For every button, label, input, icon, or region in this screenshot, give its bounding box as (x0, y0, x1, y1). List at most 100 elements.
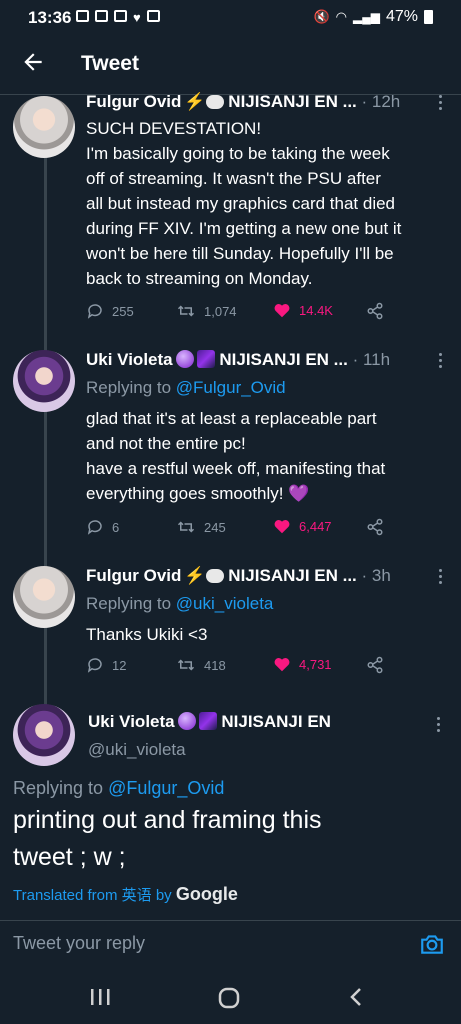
reply-icon (87, 658, 102, 673)
replying-to: Replying to @Fulgur_Ovid (13, 778, 225, 798)
reply-button[interactable]: 255 (86, 302, 134, 320)
recent-apps-icon[interactable] (88, 986, 112, 1008)
avatar[interactable] (13, 96, 75, 158)
heart-notification-icon: ♥ (133, 10, 141, 25)
tweet-header: Fulgur Ovid ⚡ NIJISANJI EN ... · 3h (86, 566, 445, 592)
timestamp: · 3h (361, 566, 391, 585)
crystal-ball-emoji-icon (177, 712, 196, 730)
top-bar: Tweet (0, 34, 461, 95)
tweet-header: Uki Violeta NIJISANJI EN ... · 11h (86, 350, 445, 376)
display-name[interactable]: Fulgur Ovid (86, 566, 181, 585)
avatar[interactable] (13, 704, 75, 766)
mention-link[interactable]: @uki_violeta (176, 594, 274, 613)
heart-icon (274, 520, 290, 534)
share-icon (367, 656, 383, 674)
like-button[interactable]: 14.4K (273, 302, 333, 318)
avatar[interactable] (13, 350, 75, 412)
heart-icon (274, 658, 290, 672)
battery-percent: 47% (385, 8, 418, 25)
like-count: 4,731 (299, 656, 332, 672)
status-time: 13:36 (28, 8, 72, 27)
tweet-text: Thanks Ukiki <3 (86, 625, 208, 644)
mention-link[interactable]: @Fulgur_Ovid (176, 378, 286, 397)
heart-icon (274, 304, 290, 318)
retweet-notification-icon (95, 10, 108, 22)
camera-icon[interactable] (419, 931, 445, 957)
org-name: NIJISANJI EN ... (219, 350, 348, 369)
replying-to: Replying to @uki_violeta (86, 594, 274, 613)
org-name: NIJISANJI EN ... (228, 92, 357, 111)
retweet-icon (177, 305, 195, 317)
reply-button[interactable]: 6 (86, 518, 119, 536)
user-handle[interactable]: @uki_violeta (88, 740, 186, 760)
share-icon (367, 518, 383, 536)
avatar[interactable] (13, 566, 75, 628)
tweet-actions: 6 245 6,447 (86, 518, 386, 542)
replying-to: Replying to @Fulgur_Ovid (86, 378, 286, 397)
status-bar: 13:36 ♥ 🔇 ◠ ▂▄▆ 47% (0, 0, 461, 34)
wifi-icon: ◠ (335, 9, 347, 24)
retweet-count: 1,074 (204, 303, 237, 319)
home-icon[interactable] (217, 986, 241, 1010)
tweet-header: Fulgur Ovid ⚡ NIJISANJI EN ... · 12h (86, 92, 445, 118)
tweet-actions: 12 418 4,731 (86, 656, 386, 680)
battery-icon (424, 10, 433, 24)
tweet-actions: 255 1,074 14.4K (86, 302, 386, 326)
share-button[interactable] (366, 656, 384, 674)
page-title: Tweet (81, 52, 139, 75)
system-status: 🔇 ◠ ▂▄▆ 47% (313, 8, 433, 26)
like-count: 6,447 (299, 518, 332, 534)
translation-credit[interactable]: Translated from 英语 by Google (13, 884, 238, 905)
mention-link[interactable]: @Fulgur_Ovid (108, 778, 224, 798)
back-arrow-icon[interactable] (20, 49, 46, 75)
retweet-icon (177, 659, 195, 671)
retweet-count: 245 (204, 519, 226, 535)
tweet-text: printing out and framing this tweet ; w … (13, 806, 322, 871)
translate-notification-icon (146, 10, 160, 22)
display-name[interactable]: Fulgur Ovid (86, 92, 181, 111)
galaxy-emoji-icon (198, 712, 217, 730)
tweet-text: SUCH DEVESTATION! I'm basically going to… (86, 119, 402, 288)
sheep-emoji-icon (205, 569, 224, 583)
reply-input[interactable]: Tweet your reply (13, 933, 145, 954)
reply-count: 255 (112, 303, 134, 319)
share-button[interactable] (366, 518, 384, 536)
like-button[interactable]: 4,731 (273, 656, 332, 672)
back-nav-icon[interactable] (346, 986, 366, 1008)
like-count: 14.4K (299, 302, 333, 318)
display-name[interactable]: Uki Violeta (86, 350, 173, 369)
signal-icon: ▂▄▆ (353, 10, 380, 24)
reply-icon (87, 304, 102, 319)
retweet-button[interactable]: 1,074 (176, 302, 237, 320)
reply-count: 12 (112, 657, 127, 673)
display-name[interactable]: Uki Violeta (88, 712, 175, 731)
more-options-icon[interactable] (439, 350, 445, 371)
android-nav-bar (0, 972, 461, 1024)
reply-button[interactable]: 12 (86, 656, 126, 674)
retweet-button[interactable]: 245 (176, 518, 226, 536)
reply-bar: Tweet your reply (0, 920, 461, 971)
lightning-emoji-icon: ⚡ (184, 566, 206, 585)
app-notification-icon (114, 10, 127, 22)
mute-icon: 🔇 (313, 9, 330, 24)
timestamp: · 12h (361, 92, 401, 111)
sheep-emoji-icon (205, 95, 224, 109)
reply-count: 6 (112, 519, 120, 535)
org-name: NIJISANJI EN ... (228, 566, 357, 585)
more-options-icon[interactable] (439, 566, 445, 587)
more-options-icon[interactable] (439, 92, 445, 113)
share-button[interactable] (366, 302, 384, 320)
tweet-header: Uki Violeta NIJISANJI EN (88, 712, 331, 732)
crystal-ball-emoji-icon (175, 350, 194, 368)
timestamp: · 11h (352, 350, 391, 369)
retweet-button[interactable]: 418 (176, 656, 226, 674)
reply-icon (87, 520, 102, 535)
tweet-text: glad that it's at least a replaceable pa… (86, 409, 386, 503)
retweet-count: 418 (204, 657, 226, 673)
more-options-icon[interactable] (437, 714, 443, 735)
retweet-icon (177, 521, 195, 533)
like-button[interactable]: 6,447 (273, 518, 332, 534)
galaxy-emoji-icon (196, 350, 215, 368)
org-name: NIJISANJI EN (221, 712, 331, 731)
youtube-icon (76, 10, 89, 22)
